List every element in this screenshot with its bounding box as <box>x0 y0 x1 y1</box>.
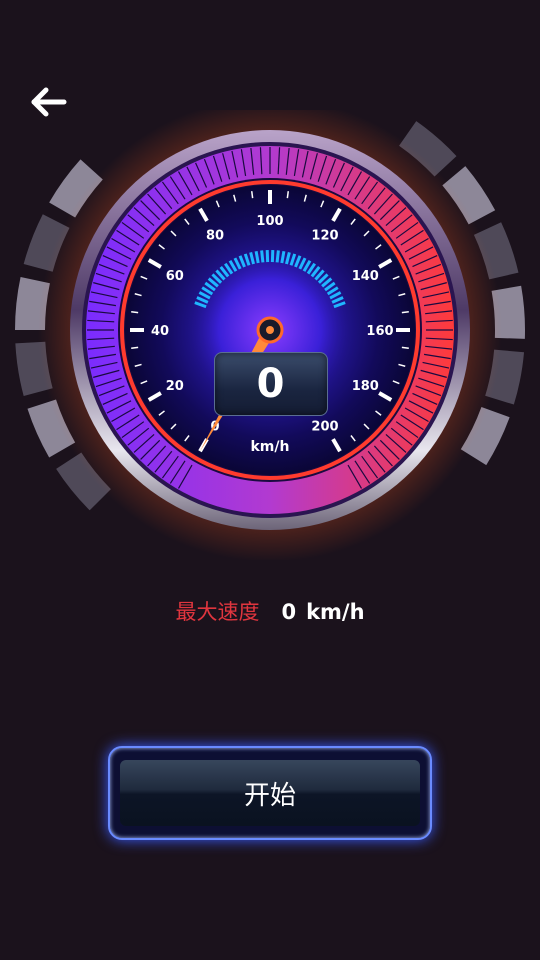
tick-label: 160 <box>366 324 393 339</box>
start-button-face: 开始 <box>120 760 420 826</box>
tick-label: 100 <box>256 214 283 229</box>
max-speed-label: 最大速度 <box>175 600 260 624</box>
start-button-label: 开始 <box>243 780 296 811</box>
tick-label: 200 <box>311 419 338 434</box>
speedometer: 0 20 40 60 80 100 120 140 160 180 200 <box>0 110 540 560</box>
tick-label: 20 <box>166 379 184 394</box>
minor-tick <box>401 310 409 314</box>
minor-tick <box>131 346 139 350</box>
inner-arc-tick <box>280 250 286 264</box>
max-speed-value: 0 <box>281 600 297 624</box>
start-button[interactable]: 开始 <box>108 746 432 840</box>
max-speed-row: 最大速度 0 km/h <box>0 596 540 626</box>
minor-tick <box>250 191 254 199</box>
minor-tick <box>401 346 409 350</box>
tick-label: 140 <box>352 269 379 284</box>
inner-arc-tick <box>275 250 280 263</box>
needle-hub-center <box>266 326 274 334</box>
speed-unit-label: km/h <box>250 439 290 455</box>
speed-readout: 0 <box>214 352 328 416</box>
minor-tick <box>131 310 139 314</box>
inner-arc-tick <box>254 250 260 264</box>
tick-label: 80 <box>206 229 224 244</box>
tick-label: 180 <box>352 379 379 394</box>
tick-label: 60 <box>166 269 184 284</box>
current-speed-value: 0 <box>256 361 286 407</box>
tick-label: 120 <box>311 229 338 244</box>
minor-tick <box>286 191 290 199</box>
inner-arc-tick <box>260 250 265 263</box>
tick-label: 40 <box>151 324 169 339</box>
max-speed-unit: km/h <box>306 600 365 624</box>
